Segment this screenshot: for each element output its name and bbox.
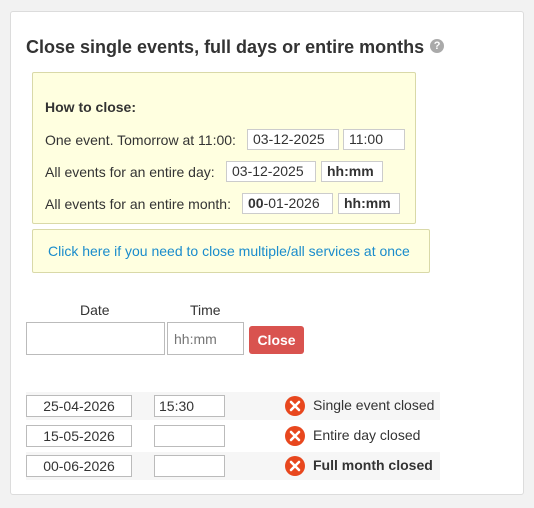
closure-status: Full month closed <box>313 457 433 473</box>
time-column-label: Time <box>190 302 221 318</box>
event-example-time: 11:00 <box>343 129 405 150</box>
closure-status: Single event closed <box>313 397 435 413</box>
help-icon[interactable]: ? <box>430 39 445 54</box>
page-title: Close single events, full days or entire… <box>26 37 445 58</box>
day-example-date: 03-12-2025 <box>226 161 316 182</box>
closure-time[interactable] <box>154 455 225 477</box>
month-example-label: All events for an entire month: <box>45 196 231 212</box>
multi-close-note: Click here if you need to close multiple… <box>32 229 430 273</box>
remove-closure-icon[interactable] <box>285 456 305 476</box>
close-button[interactable]: Close <box>249 326 304 354</box>
how-to-heading: How to close: <box>45 99 137 115</box>
event-example-label: One event. Tomorrow at 11:00: <box>45 132 236 148</box>
how-to-close-note: How to close: One event. Tomorrow at 11:… <box>32 72 416 224</box>
close-date-input[interactable] <box>26 322 165 355</box>
closure-date[interactable]: 00-06-2026 <box>26 455 132 477</box>
close-time-input[interactable] <box>167 322 244 355</box>
closure-time[interactable]: 15:30 <box>154 395 225 417</box>
month-example-time: hh:mm <box>338 193 400 214</box>
multi-close-link[interactable]: Click here if you need to close multiple… <box>48 243 410 259</box>
date-column-label: Date <box>80 302 110 318</box>
closure-time[interactable] <box>154 425 225 447</box>
event-example-date: 03-12-2025 <box>247 129 339 150</box>
page-title-text: Close single events, full days or entire… <box>26 37 425 57</box>
remove-closure-icon[interactable] <box>285 426 305 446</box>
day-example-time: hh:mm <box>321 161 383 182</box>
closure-date[interactable]: 15-05-2026 <box>26 425 132 447</box>
month-example-date-prefix: 00 <box>248 195 264 211</box>
close-events-panel: Close single events, full days or entire… <box>10 11 524 495</box>
month-example-date-rest: -01-2026 <box>263 195 320 211</box>
remove-closure-icon[interactable] <box>285 396 305 416</box>
month-example-date: 00-01-2026 <box>242 193 333 214</box>
day-example-label: All events for an entire day: <box>45 164 215 180</box>
closure-status: Entire day closed <box>313 427 421 443</box>
closure-date[interactable]: 25-04-2026 <box>26 395 132 417</box>
